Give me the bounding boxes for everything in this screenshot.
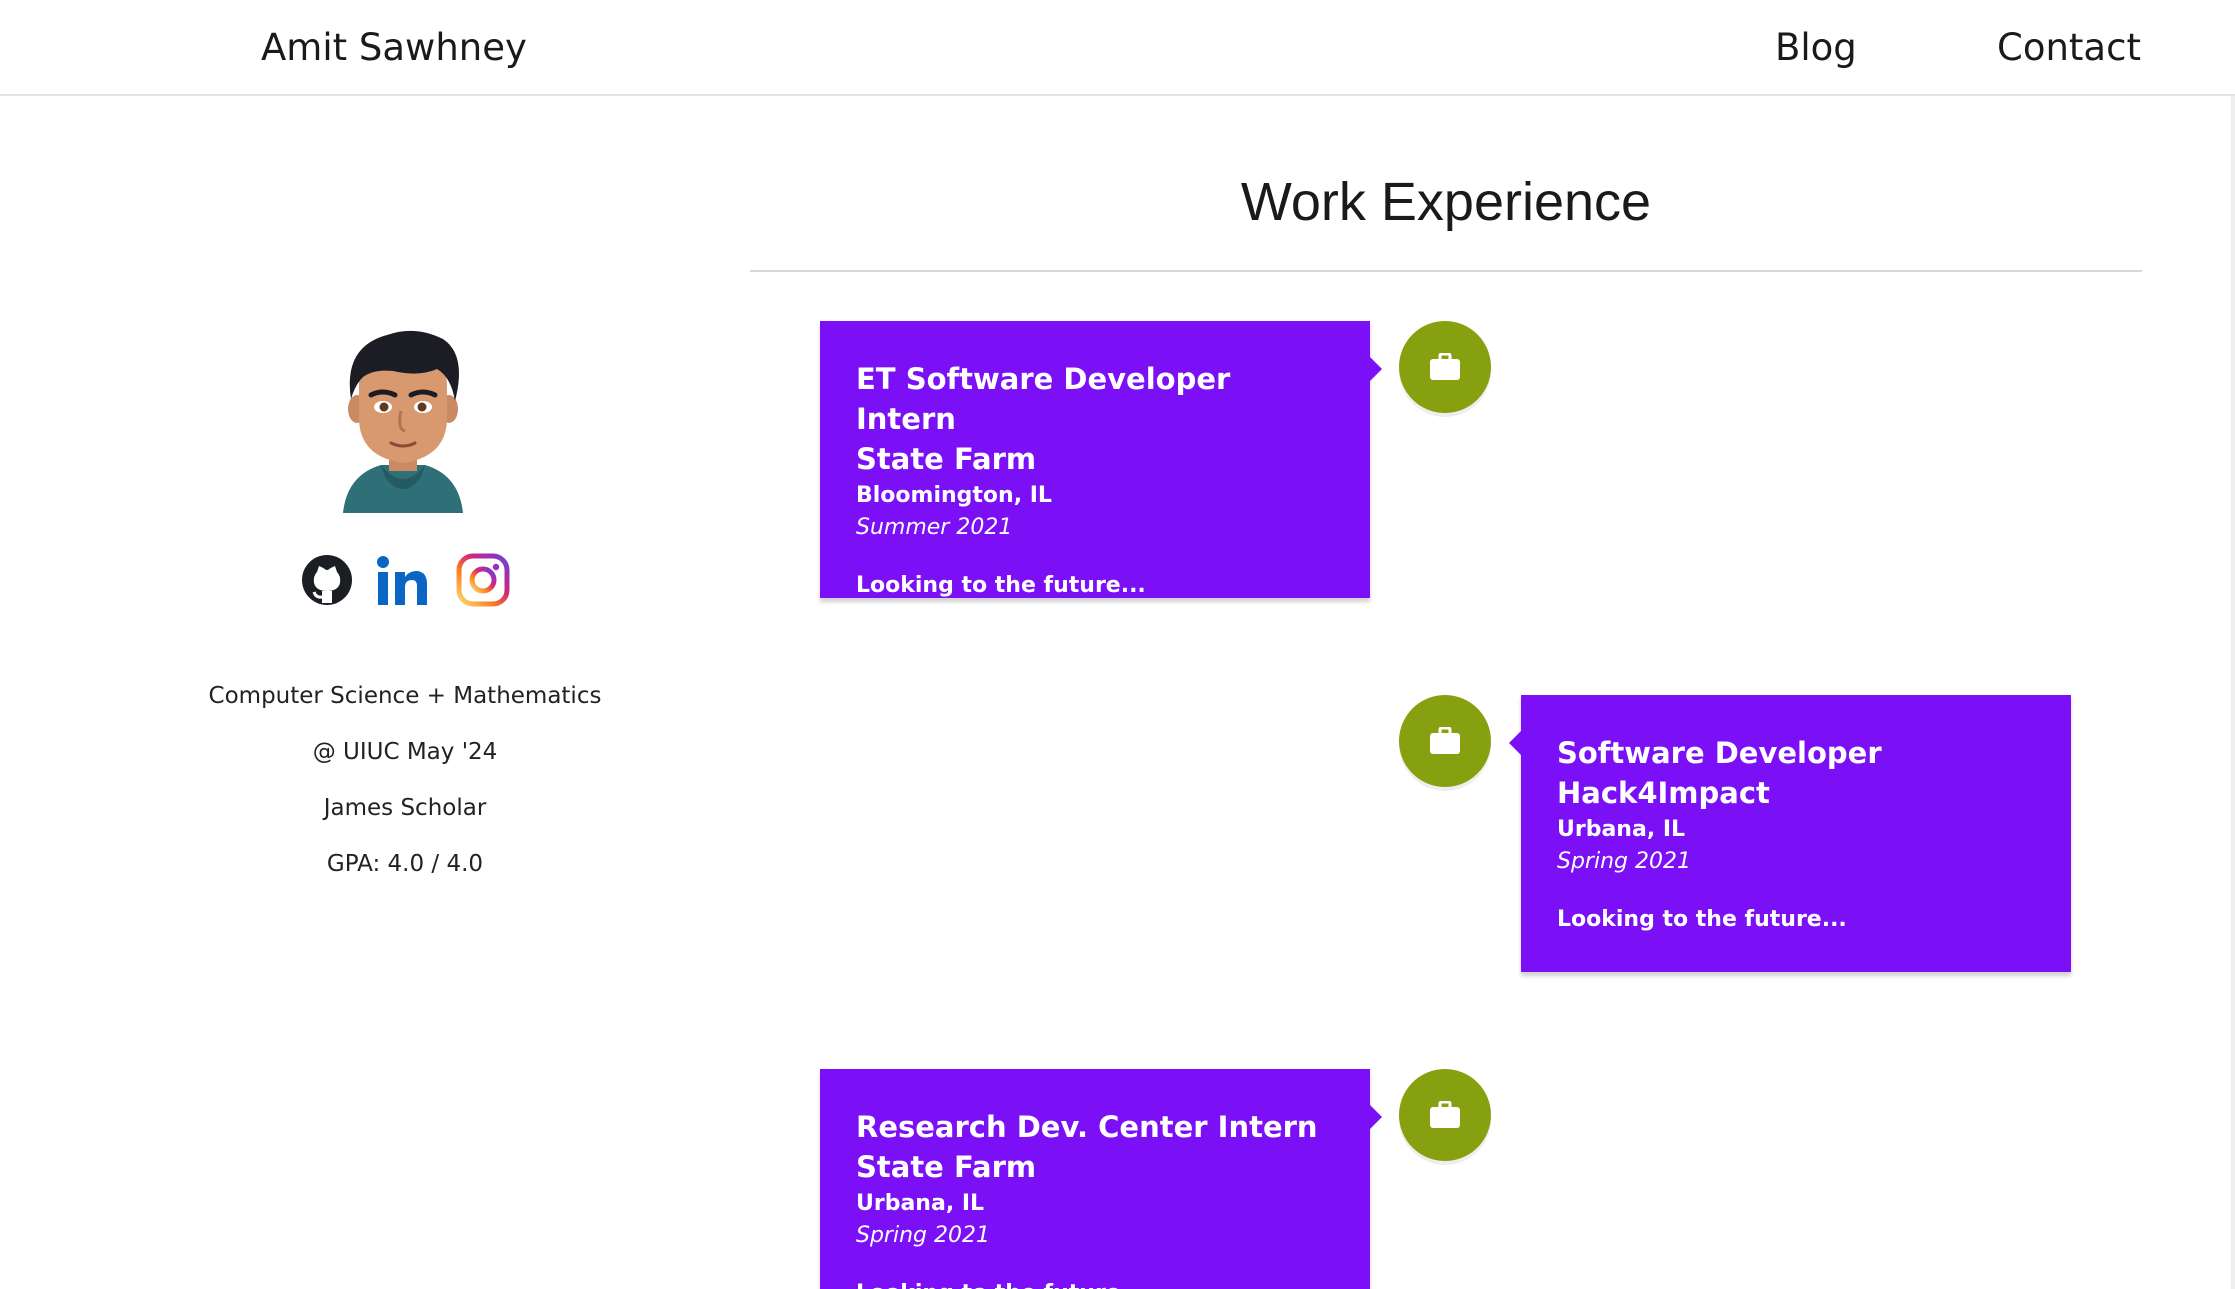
scrollbar[interactable] (2231, 96, 2235, 1289)
navbar: Amit Sawhney Blog Contact (0, 0, 2235, 96)
briefcase-icon (1399, 321, 1491, 413)
github-icon[interactable] (300, 553, 354, 607)
briefcase-icon (1399, 695, 1491, 787)
experience-company: State Farm (856, 442, 1037, 476)
social-links (300, 553, 510, 609)
bio-line-gpa: GPA: 4.0 / 4.0 (326, 851, 484, 877)
experience-role: Software Developer (1557, 736, 1882, 770)
experience-location: Urbana, IL (856, 1191, 985, 1216)
experience-company: Hack4Impact (1557, 776, 1770, 810)
experience-company: State Farm (856, 1150, 1037, 1184)
brand-link[interactable]: Amit Sawhney (261, 22, 527, 74)
experience-card: ET Software Developer Intern State Farm … (820, 321, 1382, 598)
experience-location: Urbana, IL (1557, 817, 1686, 842)
nav-link-blog[interactable]: Blog (1775, 22, 1857, 74)
bio-line-school: @ UIUC May '24 (312, 739, 498, 765)
experience-location: Bloomington, IL (856, 483, 1052, 508)
instagram-icon[interactable] (456, 553, 510, 607)
experience-description: Looking to the future... (1557, 907, 1847, 932)
experience-card: Research Dev. Center Intern State Farm U… (820, 1069, 1382, 1289)
page: Amit Sawhney Blog Contact Computer Scien… (0, 0, 2235, 1289)
linkedin-icon[interactable] (376, 553, 430, 607)
experience-date: Summer 2021 (856, 515, 1013, 540)
bio-line-honor: James Scholar (323, 795, 487, 821)
experience-description: Looking to the future... (856, 573, 1146, 598)
avatar (333, 325, 473, 513)
section-title: Work Experience (1240, 172, 1652, 232)
experience-description: Looking to the future... (856, 1279, 1334, 1289)
bio-line-degree: Computer Science + Mathematics (208, 683, 602, 709)
section-divider (750, 270, 2142, 272)
briefcase-icon (1399, 1069, 1491, 1161)
nav-link-contact[interactable]: Contact (1997, 22, 2141, 74)
experience-date: Spring 2021 (1557, 849, 1691, 874)
experience-date: Spring 2021 (856, 1223, 990, 1248)
bio: Computer Science + Mathematics @ UIUC Ma… (180, 678, 630, 902)
experience-role: Research Dev. Center Intern (856, 1110, 1318, 1144)
experience-role: ET Software Developer Intern (856, 362, 1231, 436)
experience-card: Software Developer Hack4Impact Urbana, I… (1509, 695, 2071, 972)
